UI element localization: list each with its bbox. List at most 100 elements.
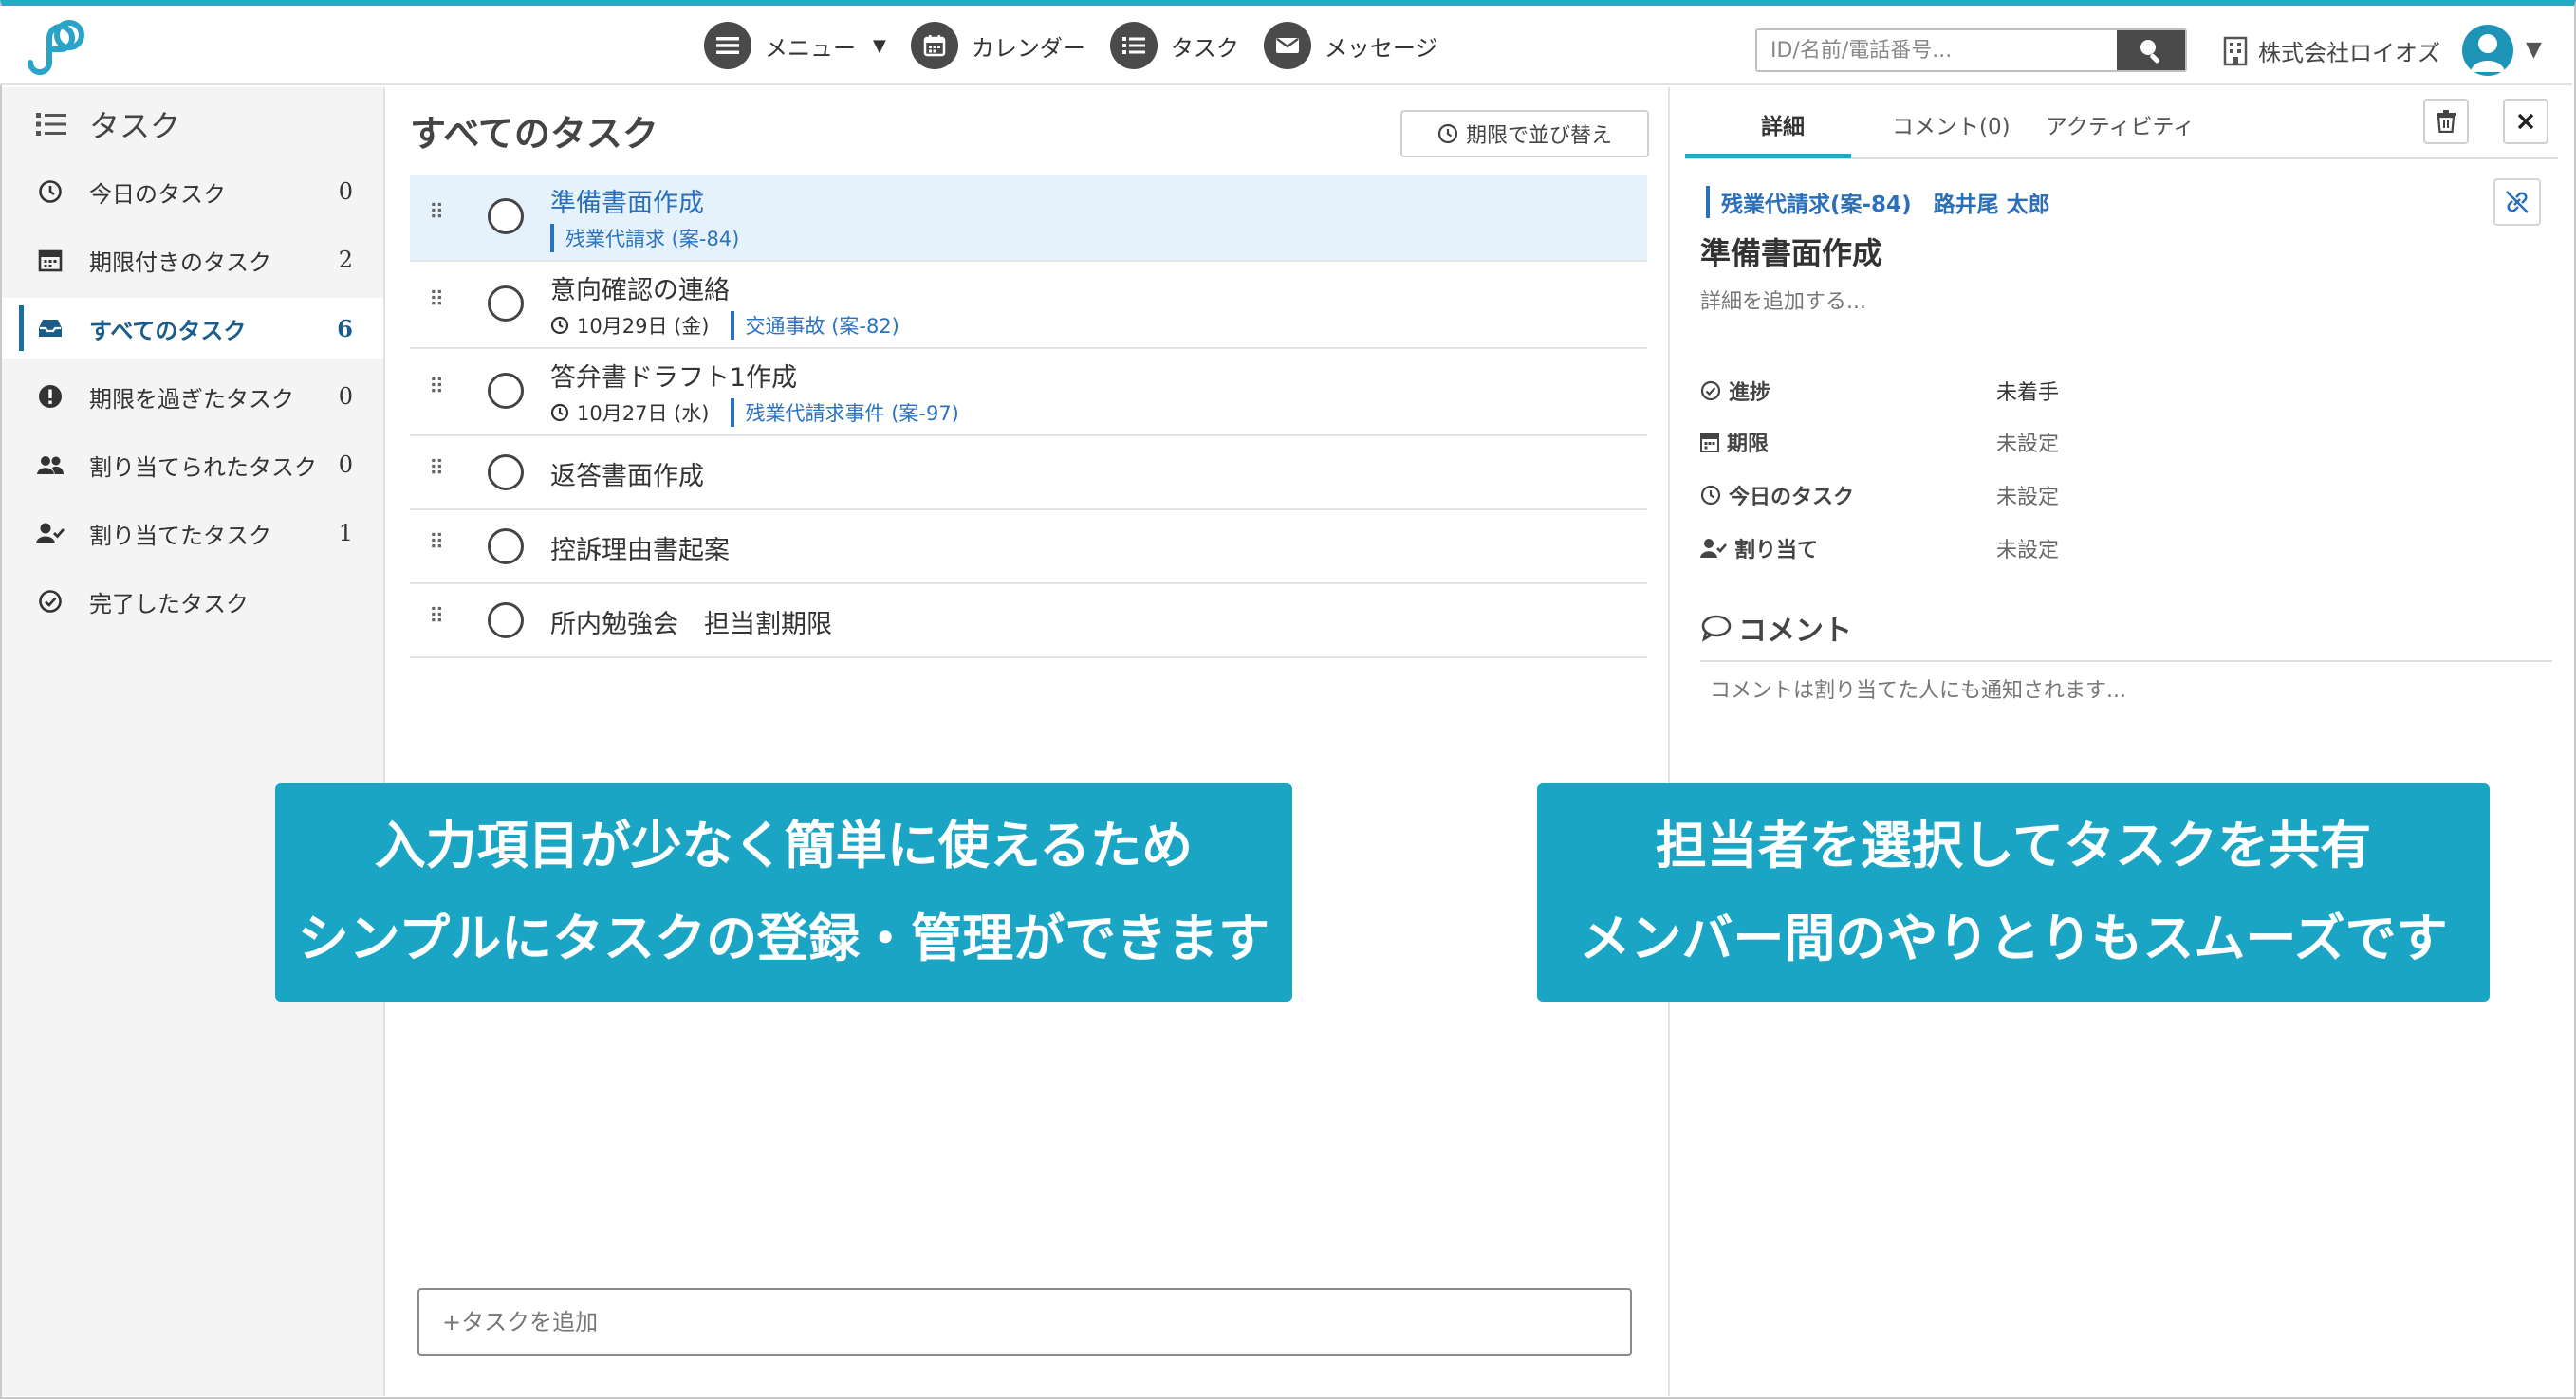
callout-line: シンプルにタスクの登録・管理ができます <box>297 909 1270 968</box>
task-case-link[interactable]: 交通事故 (案-82) <box>730 311 899 340</box>
task-complete-checkbox[interactable] <box>488 528 524 564</box>
divider <box>1700 660 2552 662</box>
drag-handle-icon[interactable]: ⠿ <box>429 201 444 225</box>
prop-due-value[interactable]: 未設定 <box>1996 427 2059 457</box>
company-name: 株式会社ロイオズ <box>2258 40 2440 66</box>
sidebar-item-count: 6 <box>337 314 353 342</box>
comment-heading: コメント <box>1700 607 1852 649</box>
task-meta: 残業代請求 (案-84) <box>550 224 739 252</box>
drag-handle-icon[interactable]: ⠿ <box>429 376 444 399</box>
task-meta: 10月27日 (水) 残業代請求事件 (案-97) <box>550 398 959 427</box>
sidebar-item-overdue[interactable]: 期限を過ぎたタスク 0 <box>2 366 383 427</box>
feature-callout-left: 入力項目が少なく簡単に使えるため シンプルにタスクの登録・管理ができます <box>275 783 1292 1002</box>
clock-icon <box>1437 123 1458 144</box>
task-due-date: 10月27日 (水) <box>550 398 710 427</box>
nav-calendar[interactable]: カレンダー <box>910 22 1085 69</box>
task-case-link[interactable]: 残業代請求 (案-84) <box>550 224 739 252</box>
sidebar-item-label: 今日のタスク <box>89 180 226 208</box>
delete-task-button[interactable] <box>2423 99 2469 144</box>
drag-handle-icon[interactable]: ⠿ <box>429 531 444 555</box>
task-description-field[interactable]: 詳細を追加する... <box>1700 285 1866 315</box>
task-row[interactable]: ⠿ 準備書面作成 残業代請求 (案-84) <box>410 175 1647 262</box>
task-complete-checkbox[interactable] <box>488 198 524 234</box>
sidebar-title: タスク <box>36 102 180 146</box>
tab-comments[interactable]: コメント(0) <box>1892 108 2011 140</box>
task-name: 控訴理由書起案 <box>550 536 730 565</box>
sidebar-item-due[interactable]: 期限付きのタスク 2 <box>2 230 383 290</box>
task-list-icon <box>36 113 66 136</box>
company-switcher[interactable]: 株式会社ロイオズ <box>2222 34 2440 67</box>
task-row[interactable]: ⠿ 所内勉強会 担当割期限 <box>410 584 1647 658</box>
sidebar-item-all[interactable]: すべてのタスク 6 <box>2 298 383 359</box>
prop-today-value[interactable]: 未設定 <box>1996 480 2059 510</box>
sidebar-item-count: 2 <box>338 247 353 273</box>
clock-icon <box>550 403 569 422</box>
page-title: すべてのタスク <box>410 113 658 155</box>
case-link[interactable]: 残業代請求(案-84) 路井尾 太郎 <box>1706 186 2050 218</box>
prop-label: 進捗 <box>1729 381 1771 405</box>
task-due-date: 10月29日 (金) <box>550 311 710 340</box>
user-check-icon <box>1700 539 1727 558</box>
prop-label: 割り当て <box>1734 539 1819 562</box>
task-name: 意向確認の連絡 <box>550 276 730 305</box>
menu-icon <box>704 22 751 69</box>
drag-handle-icon[interactable]: ⠿ <box>429 457 444 481</box>
task-complete-checkbox[interactable] <box>488 285 524 322</box>
drag-handle-icon[interactable]: ⠿ <box>429 288 444 312</box>
prop-progress-value[interactable]: 未着手 <box>1996 376 2059 406</box>
logo-icon[interactable] <box>25 19 85 80</box>
close-panel-button[interactable] <box>2503 99 2548 144</box>
user-check-icon <box>36 519 65 547</box>
comment-icon <box>1701 615 1732 642</box>
drag-handle-icon[interactable]: ⠿ <box>429 605 444 629</box>
search-input[interactable] <box>1757 30 2117 70</box>
task-list-panel: すべてのタスク 期限で並び替え ⠿ 準備書面作成 残業代請求 (案-84) ⠿ … <box>387 87 1670 1396</box>
users-icon <box>36 451 65 479</box>
task-case-link[interactable]: 残業代請求事件 (案-97) <box>730 398 959 427</box>
unlink-case-button[interactable] <box>2493 178 2541 226</box>
trash-icon <box>2437 110 2456 133</box>
prop-label: 今日のタスク <box>1729 486 1855 509</box>
sidebar-item-assigned-by-me[interactable]: 割り当てたタスク 1 <box>2 503 383 563</box>
task-row[interactable]: ⠿ 答弁書ドラフト1作成 10月27日 (水) 残業代請求事件 (案-97) <box>410 349 1647 436</box>
nav-calendar-label: カレンダー <box>971 34 1085 62</box>
task-detail-title[interactable]: 準備書面作成 <box>1700 230 1882 273</box>
sidebar-item-assigned-to-me[interactable]: 割り当てられたタスク 0 <box>2 434 383 495</box>
tab-details[interactable]: 詳細 <box>1761 108 1805 140</box>
clock-icon <box>36 177 65 206</box>
nav-message[interactable]: メッセージ <box>1263 22 1437 69</box>
search-button[interactable] <box>2117 30 2185 70</box>
comment-input[interactable] <box>1700 668 2552 713</box>
progress-icon <box>1700 380 1721 401</box>
sidebar-item-count: 0 <box>338 178 353 205</box>
task-complete-checkbox[interactable] <box>488 602 524 638</box>
sort-label: 期限で並び替え <box>1465 124 1612 148</box>
add-task-input[interactable] <box>417 1288 1632 1356</box>
sidebar-item-completed[interactable]: 完了したタスク <box>2 571 383 632</box>
tab-activity[interactable]: アクティビティ <box>2046 108 2195 140</box>
sort-by-due-button[interactable]: 期限で並び替え <box>1400 110 1649 157</box>
sidebar-item-count: 0 <box>338 451 353 478</box>
callout-line: 入力項目が少なく簡単に使えるため <box>374 816 1194 875</box>
prop-label: 期限 <box>1727 433 1770 456</box>
task-row[interactable]: ⠿ 返答書面作成 <box>410 436 1647 510</box>
calendar-icon <box>1700 433 1719 452</box>
task-due-label: 10月29日 (金) <box>577 315 710 338</box>
sidebar-item-today[interactable]: 今日のタスク 0 <box>2 161 383 222</box>
nav-menu[interactable]: メニュー ▼ <box>704 22 886 69</box>
nav-task-label: タスク <box>1170 34 1239 62</box>
task-row[interactable]: ⠿ 意向確認の連絡 10月29日 (金) 交通事故 (案-82) <box>410 262 1647 349</box>
prop-assignee-value[interactable]: 未設定 <box>1996 533 2059 563</box>
task-complete-checkbox[interactable] <box>488 454 524 490</box>
callout-line: メンバー間のやりとりもスムーズです <box>1579 909 2448 968</box>
chevron-down-icon[interactable]: ▼ <box>2526 38 2542 62</box>
nav-task[interactable]: タスク <box>1109 22 1239 69</box>
task-row[interactable]: ⠿ 控訴理由書起案 <box>410 510 1647 584</box>
task-complete-checkbox[interactable] <box>488 373 524 409</box>
sidebar-item-label: 期限付きのタスク <box>89 249 271 276</box>
sidebar-item-count: 1 <box>338 520 353 546</box>
avatar[interactable] <box>2462 25 2513 76</box>
calendar-icon <box>36 246 65 274</box>
feature-callout-right: 担当者を選択してタスクを共有 メンバー間のやりとりもスムーズです <box>1537 783 2490 1002</box>
sidebar-item-label: 割り当てたタスク <box>89 522 271 549</box>
